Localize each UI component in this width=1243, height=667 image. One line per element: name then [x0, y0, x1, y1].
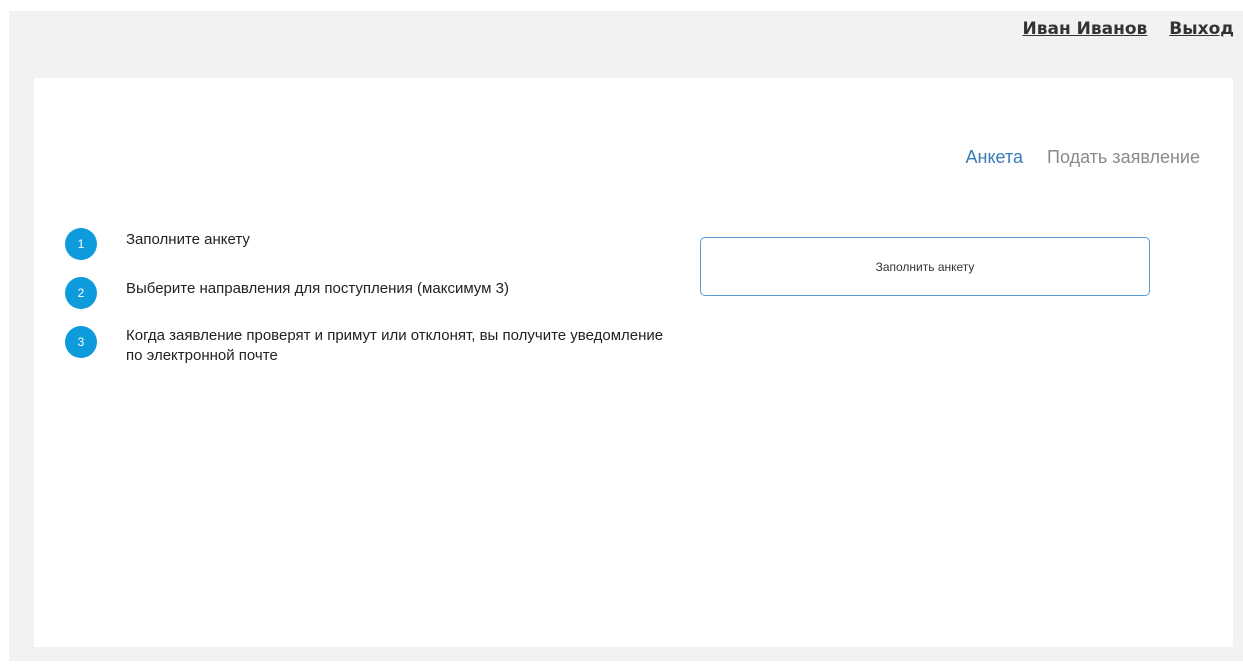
steps-list: 1 Заполните анкету 2 Выберите направлени…	[65, 228, 665, 383]
logout-link[interactable]: Выход	[1169, 19, 1234, 39]
tab-submit-application[interactable]: Подать заявление	[1047, 147, 1200, 168]
top-bar: Иван Иванов Выход	[1023, 19, 1234, 39]
step-item: 3 Когда заявление проверят и примут или …	[65, 326, 665, 366]
step-number-badge: 1	[65, 228, 97, 260]
tab-questionnaire[interactable]: Анкета	[966, 147, 1024, 168]
step-item: 2 Выберите направления для поступления (…	[65, 277, 665, 309]
step-text: Выберите направления для поступления (ма…	[126, 280, 509, 297]
step-item: 1 Заполните анкету	[65, 228, 665, 260]
fill-questionnaire-button[interactable]: Заполнить анкету	[700, 237, 1150, 296]
step-text: Заполните анкету	[126, 231, 250, 248]
user-name-link[interactable]: Иван Иванов	[1023, 19, 1148, 39]
page-frame: Иван Иванов Выход Анкета Подать заявлени…	[9, 11, 1243, 661]
tab-bar: Анкета Подать заявление	[966, 147, 1200, 168]
main-card: Анкета Подать заявление 1 Заполните анке…	[34, 78, 1233, 647]
step-number-badge: 2	[65, 277, 97, 309]
step-number-badge: 3	[65, 326, 97, 358]
step-text: Когда заявление проверят и примут или от…	[126, 327, 664, 364]
